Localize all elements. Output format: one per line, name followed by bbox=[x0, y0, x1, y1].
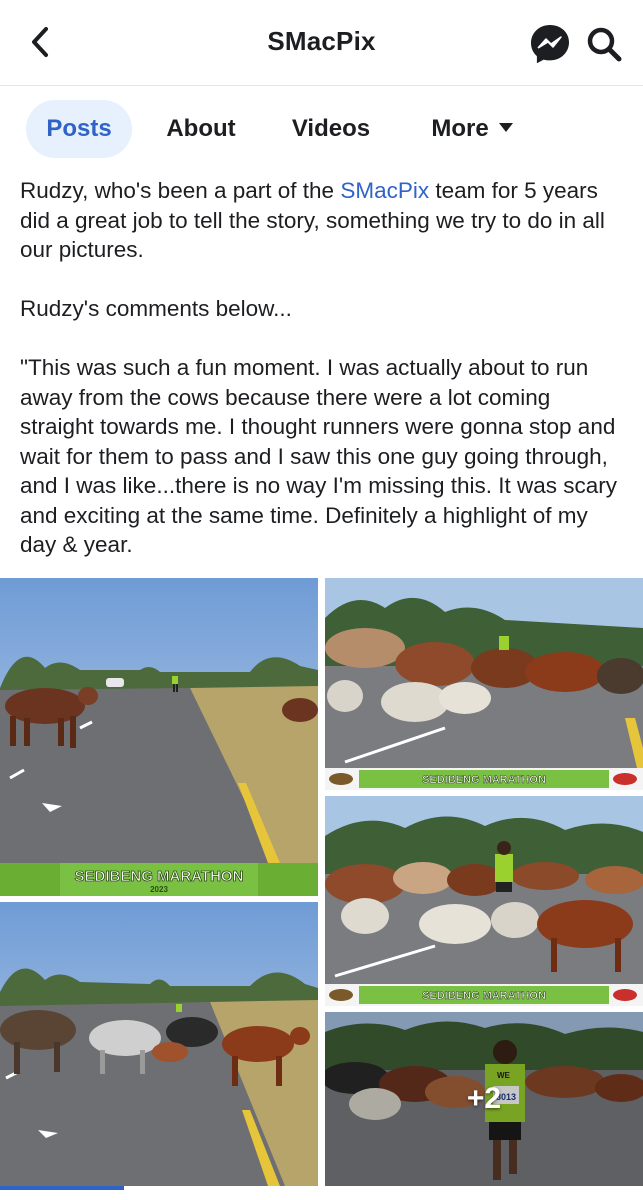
runner-cattle-photo: SEDIBENG MARATHON bbox=[325, 796, 643, 1006]
post-photo-3[interactable]: SEDIBENG MARATHON bbox=[325, 578, 643, 790]
caret-down-icon bbox=[498, 122, 513, 132]
search-icon bbox=[587, 27, 622, 62]
post-intro: Rudzy, who's been a part of the SMacPix … bbox=[20, 176, 630, 265]
tab-more-label: More bbox=[431, 115, 489, 142]
intro-before-text: Rudzy, who's been a part of the bbox=[20, 178, 341, 203]
top-app-bar: SMacPix bbox=[0, 0, 643, 86]
banner-title: SEDIBENG MARATHON bbox=[422, 990, 546, 1002]
herd-crossing-photo bbox=[0, 902, 318, 1186]
profile-tabs: Posts About Videos More bbox=[0, 96, 643, 162]
comments-heading: Rudzy's comments below... bbox=[20, 296, 292, 321]
banner-title: SEDIBENG MARATHON bbox=[75, 868, 244, 885]
tab-posts[interactable]: Posts bbox=[26, 100, 132, 158]
post-photo-4[interactable]: SEDIBENG MARATHON bbox=[325, 796, 643, 1006]
tab-about[interactable]: About bbox=[150, 100, 252, 158]
banner-title: SEDIBENG MARATHON bbox=[422, 774, 546, 786]
messenger-button[interactable] bbox=[528, 22, 572, 66]
banner-year: 2023 bbox=[150, 885, 168, 894]
post-body: Rudzy, who's been a part of the SMacPix … bbox=[20, 176, 630, 560]
scroll-indicator bbox=[0, 1186, 124, 1190]
road-cow-photo: SEDIBENG MARATHON 2023 bbox=[0, 578, 318, 896]
post-photo-2[interactable] bbox=[0, 902, 318, 1186]
tab-more[interactable]: More bbox=[412, 100, 532, 158]
tab-videos[interactable]: Videos bbox=[276, 100, 386, 158]
post-quote: "This was such a fun moment. I was actua… bbox=[20, 355, 617, 557]
post-photo-5-more[interactable]: WE 8013 +2 bbox=[325, 1012, 643, 1186]
messenger-icon bbox=[531, 25, 569, 64]
runner-closeup-photo: WE 8013 bbox=[325, 1012, 643, 1186]
search-button[interactable] bbox=[584, 22, 624, 66]
post-photo-1[interactable]: SEDIBENG MARATHON 2023 bbox=[0, 578, 318, 896]
page-mention-link[interactable]: SMacPix bbox=[340, 178, 429, 203]
sheep-cattle-photo: SEDIBENG MARATHON bbox=[325, 578, 643, 790]
